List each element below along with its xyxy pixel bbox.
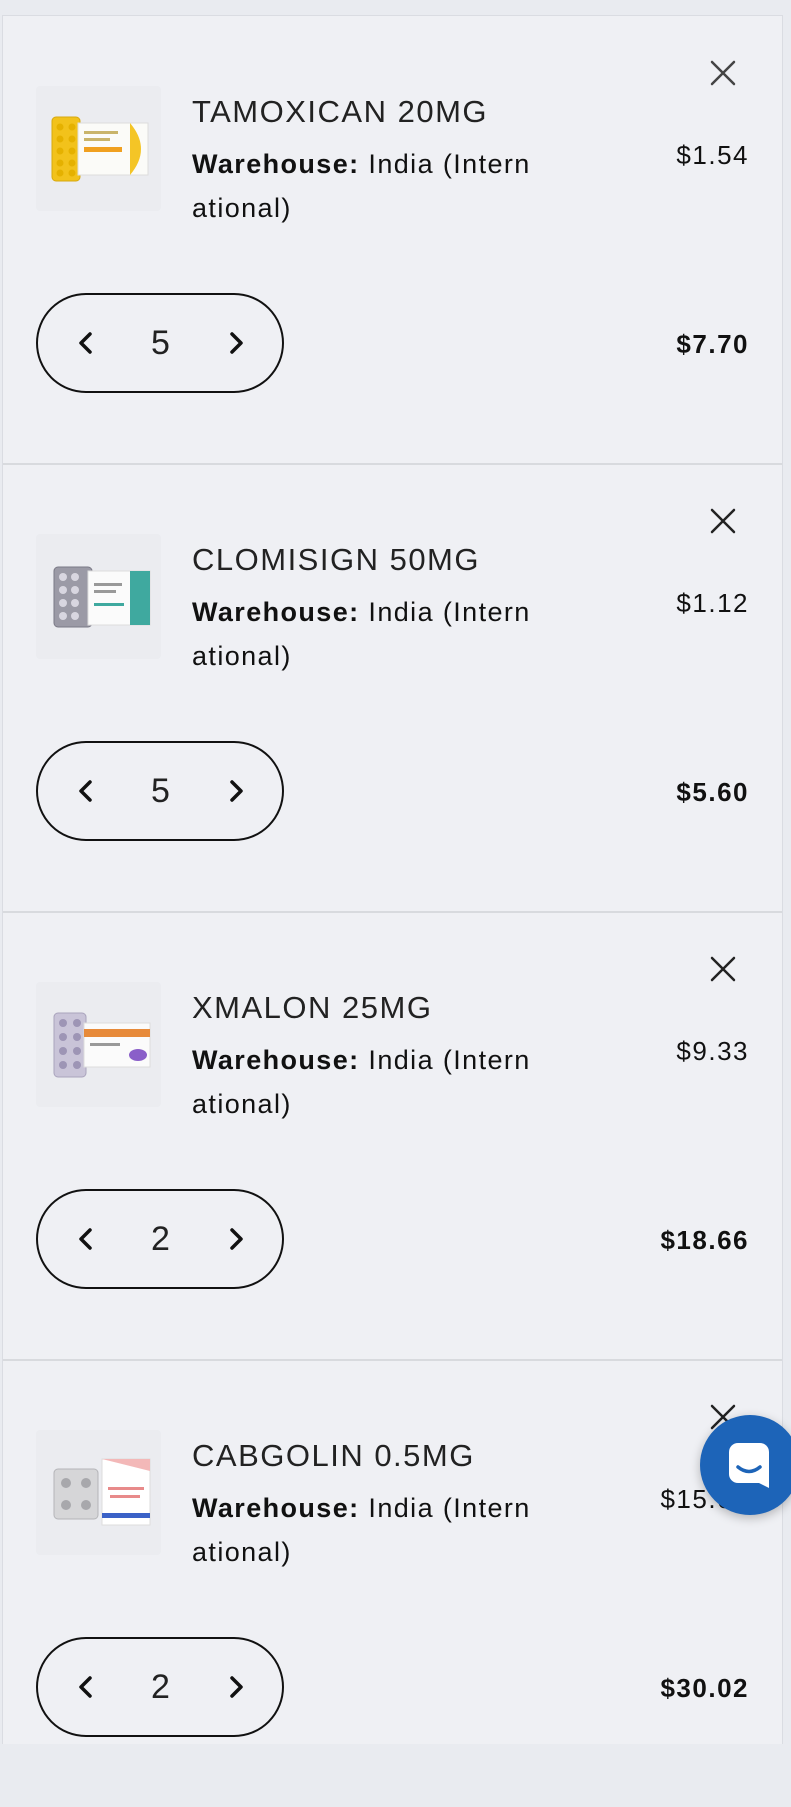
- increase-quantity-button[interactable]: [206, 1639, 266, 1735]
- line-total: $18.66: [660, 1225, 749, 1255]
- warehouse-label: Warehouse:: [192, 149, 360, 179]
- product-name[interactable]: TAMOXICAN 20MG: [192, 94, 488, 130]
- remove-item-button[interactable]: [706, 504, 740, 538]
- remove-item-button[interactable]: [706, 56, 740, 90]
- quantity-value[interactable]: 5: [113, 743, 208, 839]
- quantity-value[interactable]: 2: [113, 1639, 208, 1735]
- quantity-value[interactable]: 5: [113, 295, 208, 391]
- chevron-left-icon: [79, 1676, 92, 1698]
- warehouse-info: Warehouse: India (Intern ational): [192, 1486, 572, 1574]
- warehouse-info: Warehouse: India (Intern ational): [192, 142, 572, 230]
- unit-price: $1.12: [676, 588, 749, 618]
- warehouse-info: Warehouse: India (Intern ational): [192, 1038, 572, 1126]
- unit-price: $9.33: [676, 1036, 749, 1066]
- chevron-right-icon: [230, 1228, 243, 1250]
- quantity-stepper: 2: [36, 1189, 284, 1289]
- cart-item: CABGOLIN 0.5MG Warehouse: India (Intern …: [3, 1360, 782, 1807]
- remove-item-button[interactable]: [706, 952, 740, 986]
- close-icon: [710, 508, 736, 534]
- product-name[interactable]: CLOMISIGN 50MG: [192, 542, 480, 578]
- close-icon: [710, 956, 736, 982]
- unit-price: $1.54: [676, 140, 749, 170]
- product-name[interactable]: XMALON 25MG: [192, 990, 432, 1026]
- product-image: [36, 1430, 161, 1555]
- chat-bubble-icon: [729, 1443, 769, 1488]
- quantity-value[interactable]: 2: [113, 1191, 208, 1287]
- warehouse-label: Warehouse:: [192, 1045, 360, 1075]
- cart-item: TAMOXICAN 20MG Warehouse: India (Intern …: [3, 16, 782, 465]
- close-icon: [710, 60, 736, 86]
- increase-quantity-button[interactable]: [206, 743, 266, 839]
- chevron-right-icon: [230, 332, 243, 354]
- increase-quantity-button[interactable]: [206, 295, 266, 391]
- quantity-stepper: 5: [36, 741, 284, 841]
- chat-launcher-button[interactable]: [700, 1415, 791, 1515]
- chevron-right-icon: [230, 1676, 243, 1698]
- product-image: [36, 86, 161, 211]
- warehouse-label: Warehouse:: [192, 1493, 360, 1523]
- warehouse-label: Warehouse:: [192, 597, 360, 627]
- line-total: $7.70: [676, 329, 749, 359]
- product-name[interactable]: CABGOLIN 0.5MG: [192, 1438, 475, 1474]
- quantity-stepper: 5: [36, 293, 284, 393]
- chevron-left-icon: [79, 780, 92, 802]
- chevron-left-icon: [79, 1228, 92, 1250]
- cart-panel: TAMOXICAN 20MG Warehouse: India (Intern …: [2, 15, 783, 1744]
- cart-item: CLOMISIGN 50MG Warehouse: India (Intern …: [3, 464, 782, 913]
- product-image: [36, 982, 161, 1107]
- decrease-quantity-button[interactable]: [56, 1191, 116, 1287]
- decrease-quantity-button[interactable]: [56, 295, 116, 391]
- line-total: $30.02: [660, 1673, 749, 1703]
- product-image: [36, 534, 161, 659]
- line-total: $5.60: [676, 777, 749, 807]
- increase-quantity-button[interactable]: [206, 1191, 266, 1287]
- decrease-quantity-button[interactable]: [56, 743, 116, 839]
- quantity-stepper: 2: [36, 1637, 284, 1737]
- warehouse-info: Warehouse: India (Intern ational): [192, 590, 572, 678]
- chevron-right-icon: [230, 780, 243, 802]
- cart-item: XMALON 25MG Warehouse: India (Intern ati…: [3, 912, 782, 1361]
- chevron-left-icon: [79, 332, 92, 354]
- decrease-quantity-button[interactable]: [56, 1639, 116, 1735]
